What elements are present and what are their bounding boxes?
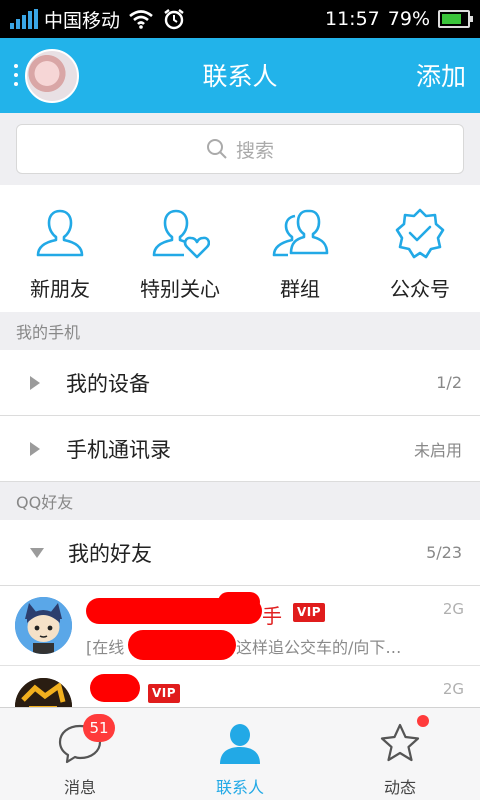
network-type: 2G — [442, 680, 464, 698]
network-type: 2G — [442, 600, 464, 618]
friend-list-item[interactable]: VIP 2G — [0, 666, 480, 707]
redaction-mark — [90, 674, 140, 702]
expand-arrow-icon — [30, 441, 40, 456]
row-count: 未启用 — [413, 440, 462, 460]
quick-action-label: 特别关心 — [140, 277, 220, 301]
tab-feed[interactable]: 动态 — [320, 708, 480, 800]
group-count: 5/23 — [426, 543, 462, 562]
tab-label: 动态 — [383, 778, 416, 797]
friend-avatar — [15, 597, 72, 654]
alarm-icon — [164, 9, 184, 30]
search-icon — [206, 139, 227, 159]
quick-action-label: 新朋友 — [30, 277, 90, 301]
expand-arrow-icon — [30, 375, 40, 390]
vip-badge: VIP — [293, 603, 326, 622]
group-title: 我的好友 — [68, 541, 152, 566]
quick-action-special-care[interactable]: 特别关心 — [120, 185, 240, 312]
search-placeholder: 搜索 — [235, 139, 274, 162]
row-my-devices[interactable]: 我的设备 1/2 — [0, 350, 480, 416]
section-header-qq-friends: QQ好友 — [0, 482, 480, 520]
new-activity-dot — [417, 715, 429, 727]
unread-badge: 51 — [83, 714, 115, 742]
friend-status-start: [在线 — [86, 638, 125, 657]
quick-action-official-accounts[interactable]: 公众号 — [360, 185, 480, 312]
tab-label: 联系人 — [215, 778, 264, 797]
person-heart-icon — [152, 209, 210, 259]
tab-label: 消息 — [63, 778, 96, 797]
battery-icon — [438, 10, 473, 28]
tab-messages[interactable]: 消息 51 — [0, 708, 160, 800]
vip-badge: VIP — [148, 684, 181, 703]
friend-status-end: 这样追公交车的/向下… — [236, 638, 402, 657]
friend-list-item[interactable]: 手 VIP 2G [在线 这样追公交车的/向下… — [0, 586, 480, 666]
search-input[interactable]: 搜索 — [16, 124, 464, 174]
tab-contacts[interactable]: 联系人 — [160, 708, 320, 800]
add-button[interactable]: 添加 — [416, 57, 466, 93]
badge-check-icon — [395, 208, 445, 259]
row-count: 1/2 — [436, 373, 462, 392]
quick-action-groups[interactable]: 群组 — [240, 185, 360, 312]
quick-action-new-friends[interactable]: 新朋友 — [0, 185, 120, 312]
quick-action-label: 群组 — [280, 277, 320, 301]
quick-action-label: 公众号 — [390, 277, 450, 301]
quick-actions: 新朋友 特别关心 群组 公众号 — [0, 185, 480, 312]
battery-percent: 79% — [387, 8, 430, 30]
contacts-screen: 中国移动 11:57 79% 联系人 添加 搜索 新朋友 特别关心 群组 公众号… — [0, 0, 480, 800]
nav-bar: 联系人 添加 — [0, 38, 480, 113]
bottom-tab-bar: 消息 51 联系人 动态 — [0, 707, 480, 800]
friend-name: 手 — [262, 604, 282, 628]
star-icon — [380, 723, 420, 762]
group-icon — [272, 209, 329, 257]
wifi-icon — [129, 10, 153, 29]
row-title: 手机通讯录 — [66, 437, 171, 462]
person-icon — [36, 209, 84, 257]
collapse-arrow-icon — [30, 547, 44, 558]
row-my-friends-group[interactable]: 我的好友 5/23 — [0, 520, 480, 586]
page-title: 联系人 — [202, 62, 278, 91]
status-time: 11:57 — [325, 8, 380, 30]
status-bar: 中国移动 11:57 79% — [0, 0, 480, 38]
row-phone-contacts[interactable]: 手机通讯录 未启用 — [0, 416, 480, 482]
signal-icon — [10, 9, 38, 29]
contacts-person-icon — [220, 724, 260, 764]
section-header-my-phone: 我的手机 — [0, 312, 480, 350]
row-title: 我的设备 — [66, 371, 150, 396]
friend-avatar — [15, 678, 72, 707]
carrier-name: 中国移动 — [44, 9, 121, 32]
search-area: 搜索 — [0, 113, 480, 185]
redaction-mark — [218, 592, 260, 612]
redaction-mark — [128, 630, 236, 660]
